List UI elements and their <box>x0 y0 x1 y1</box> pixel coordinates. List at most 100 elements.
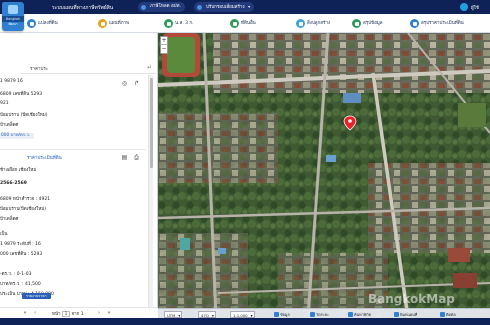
building-icon <box>296 19 305 28</box>
user-name[interactable]: ผู้ใช้ <box>471 4 479 11</box>
app-title: ระบบแผนที่ทางภาษีทรัพย์สิน <box>52 5 114 11</box>
print-icon[interactable]: ⎙ <box>133 154 140 161</box>
parcel-line-2: 6809 เลขที่ดิน 5293 <box>0 92 43 97</box>
find-coordinate-tool[interactable]: ค้นหาพิกัด <box>348 311 371 318</box>
report-button[interactable]: รายงานราคา <box>22 293 51 299</box>
parcel-line-1: 1 9879 16 <box>0 79 23 84</box>
search-header: ราคาประ ↵ <box>20 64 156 74</box>
layer-other-land[interactable]: ที่ดินอื่น <box>230 18 256 29</box>
appraisal-line-5: ป้าเตล็ดศ <box>0 217 19 222</box>
page-input[interactable]: 1 <box>62 310 71 317</box>
info-tool-label: ข้อมูล <box>280 311 290 317</box>
top-bar: ระบบแผนที่ทางภาษีทรัพย์สิน ภาษีโหลด อปท.… <box>0 0 490 14</box>
scale-select[interactable]: 1:1,000 <box>230 310 255 319</box>
appraisal-line-1: ช้างเผือก เชียงใหม่ <box>0 168 37 173</box>
map-status-bar: UTM 47Q 1:1,000 ข้อมูล วัดระยะ ค้นหาพิกั… <box>158 308 490 319</box>
close-icon[interactable]: ↵ <box>147 64 152 71</box>
map-icon <box>98 19 107 28</box>
pager-prefix: หน้า <box>52 312 61 317</box>
appraisal-line-2: 2566-2569 <box>0 181 27 186</box>
share-icon[interactable]: ↱ <box>133 80 140 87</box>
layer-summary[interactable]: สรุปข้อมูล <box>352 18 383 29</box>
contact-tool[interactable]: ติดต่อ <box>440 311 456 318</box>
search-label: ราคาประ <box>30 67 49 72</box>
next-page-icon[interactable]: › <box>96 309 102 317</box>
first-page-icon[interactable]: « <box>22 309 28 317</box>
panel-scrollbar[interactable] <box>148 75 153 319</box>
download-button-label: ภาษีโหลด อปท. <box>150 4 181 9</box>
contact-label: ติดต่อ <box>446 311 456 317</box>
zoom-control[interactable]: + − <box>160 36 168 54</box>
document-icon[interactable]: ▤ <box>121 154 128 161</box>
layer-parcel-label: แปลงที่ดิน <box>38 21 58 26</box>
appraisal-line-7: 1 9879 ระดับที่ : 16 <box>0 242 41 247</box>
measure-tool[interactable]: วัดระยะ <box>310 311 329 318</box>
layer-other-land-label: ที่ดินอื่น <box>241 21 256 26</box>
target-icon[interactable]: ◎ <box>121 80 128 87</box>
appraisal-line-3: 6809 หน้าสำรวจ : 4921 <box>0 197 51 202</box>
layer-summary-label: สรุปข้อมูล <box>363 21 383 26</box>
layer-toolbar: แปลงที่ดิน แผนที่ภาพ น.ส. 3 ก. ที่ดินอื่… <box>0 14 490 33</box>
layer-parcel[interactable]: แปลงที่ดิน <box>27 18 58 29</box>
layer-buildings-label: สิ่งปลูกสร้าง <box>307 21 331 26</box>
watermark: BangkokMap <box>368 292 455 306</box>
satellite-imagery <box>158 33 490 318</box>
parcel-line-5: ป้าเตล็ดศ <box>0 123 19 128</box>
pager: « ‹ หน้า 1 จาก 1 › » <box>0 307 158 318</box>
chevron-down-icon: ▾ <box>248 4 251 9</box>
map-view[interactable]: + − <box>158 33 490 318</box>
document-icon <box>164 19 173 28</box>
parcel-line-4: ป้อมปราบ (ปีดเชียงใหม่) <box>0 113 48 118</box>
ruler-icon <box>310 312 315 317</box>
user-avatar[interactable] <box>460 3 468 11</box>
zoom-out-button[interactable]: − <box>161 45 167 53</box>
appraisal-line-6: เป็น <box>0 232 8 237</box>
zone-select[interactable]: 47Q <box>198 310 216 319</box>
footer-bar <box>0 318 490 325</box>
download-button[interactable]: ภาษีโหลด อปท. <box>138 2 185 12</box>
app-badge[interactable]: Bangkok พัฒนา <box>2 2 24 31</box>
layer-buildings[interactable]: สิ่งปลูกสร้าง <box>296 18 330 29</box>
pager-text: หน้า 1 จาก 1 <box>52 310 84 317</box>
pager-of: จาก 1 <box>71 312 84 317</box>
land-icon <box>230 19 239 28</box>
print-map-label: พิมพ์แผนที่ <box>400 311 418 317</box>
appraisal-line-8: 000 เลขที่ดิน : 5293 <box>0 252 43 257</box>
price-tag[interactable]: 000 บาท/ตร.ว. <box>0 133 35 139</box>
zoom-in-button[interactable]: + <box>161 37 167 45</box>
printer-icon <box>394 312 399 317</box>
crosshair-icon <box>348 312 353 317</box>
info-panel: ราคาประ ↵ ◎ ↱ 1 9879 16 6809 เลขที่ดิน 5… <box>0 33 158 325</box>
measure-tool-label: วัดระยะ <box>316 311 329 317</box>
print-map-tool[interactable]: พิมพ์แผนที่ <box>394 311 417 318</box>
parcel-line-3: 921 <box>0 101 9 106</box>
appraisal-line-4: ป้อมปราบ(ปีดเชียงใหม่) <box>0 207 47 212</box>
last-page-icon[interactable]: » <box>106 309 112 317</box>
layer-ns3k-label: น.ส. 3 ก. <box>175 21 194 26</box>
layers-icon <box>197 4 202 10</box>
prev-page-icon[interactable]: ‹ <box>32 309 38 317</box>
parcel-icon <box>27 19 36 28</box>
scroll-thumb[interactable] <box>150 78 153 168</box>
chart-icon <box>352 19 361 28</box>
home-icon <box>8 5 18 14</box>
appraisal-line-10: บาท/ตร.ว. : 41,500 <box>0 282 41 287</box>
layer-price-summary-label: สรุปราคาประเมินที่ดิน <box>421 21 464 26</box>
download-icon <box>141 4 146 10</box>
price-icon <box>410 19 419 28</box>
appraisal-title: ราคาประเมินที่ดิน <box>27 156 62 161</box>
building-layer-label: ปรับกรอบเลี่ยมสร้าง <box>206 5 245 10</box>
find-coordinate-label: ค้นหาพิกัด <box>354 311 372 317</box>
layer-ns3k[interactable]: น.ส. 3 ก. <box>164 18 194 29</box>
layer-map-image[interactable]: แผนที่ภาพ <box>98 18 129 29</box>
layer-price-summary[interactable]: สรุปราคาประเมินที่ดิน <box>410 18 464 29</box>
parcel-card: ◎ ↱ 1 9879 16 6809 เลขที่ดิน 5293 921 ป้… <box>0 76 146 146</box>
layer-map-image-label: แผนที่ภาพ <box>109 21 130 26</box>
phone-icon <box>440 312 445 317</box>
app-badge-line2: พัฒนา <box>8 22 18 26</box>
info-tool[interactable]: ข้อมูล <box>274 311 290 318</box>
appraisal-line-9: -ตร.ว. : 0-1-03 <box>0 272 32 277</box>
info-icon <box>274 312 279 317</box>
coord-system-select[interactable]: UTM <box>164 310 183 319</box>
building-layer-button[interactable]: ปรับกรอบเลี่ยมสร้าง ▾ <box>194 2 255 12</box>
